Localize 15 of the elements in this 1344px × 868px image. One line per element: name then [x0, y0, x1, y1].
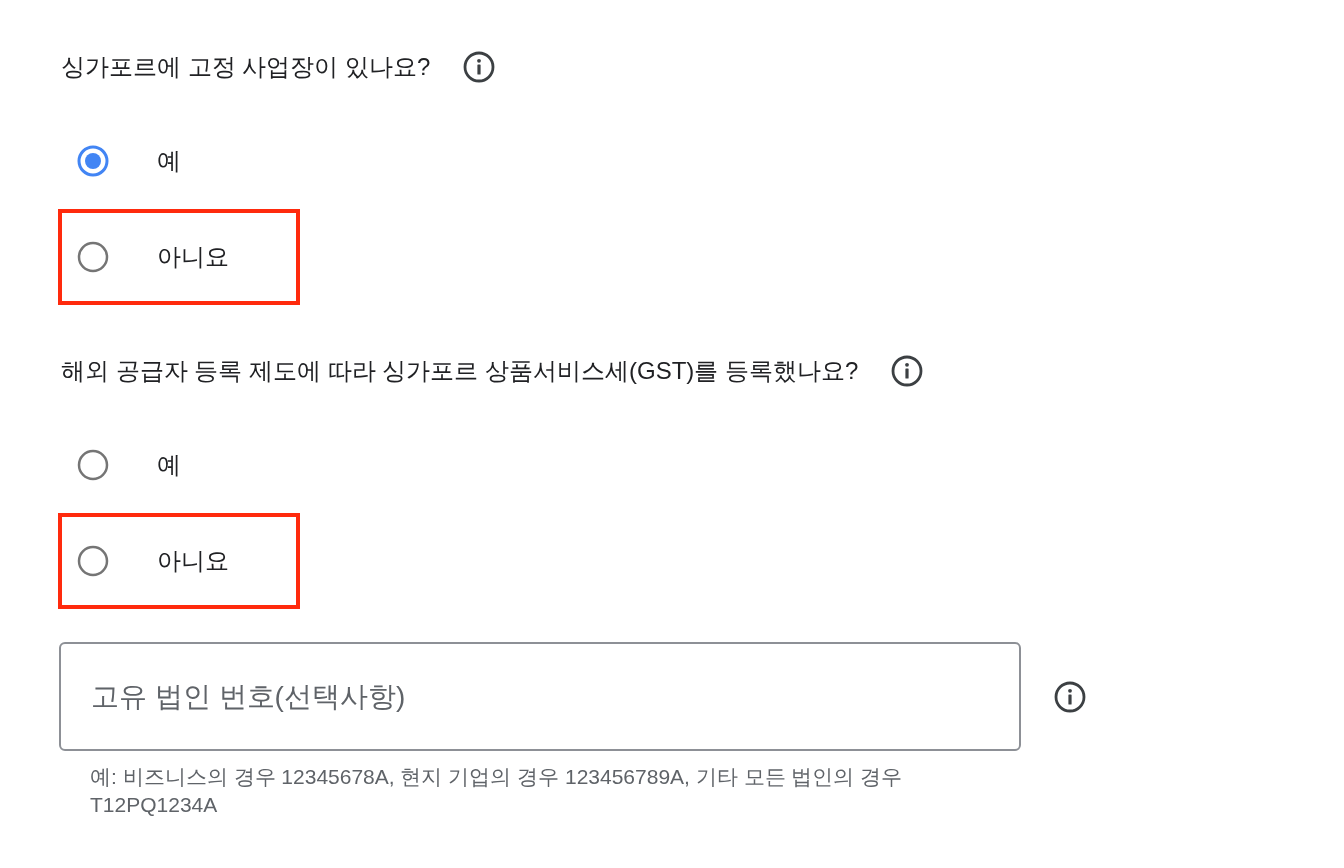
input-field[interactable]: 고유 법인 번호(선택사항) [59, 642, 1021, 751]
option-label[interactable]: 아니요 [157, 241, 229, 273]
radio-button[interactable] [77, 545, 109, 577]
question-text: 해외 공급자 등록 제도에 따라 싱가포르 상품서비스세(GST)를 등록했나요? [61, 356, 859, 386]
option-label[interactable]: 예 [157, 145, 181, 177]
option-label[interactable]: 아니요 [157, 545, 229, 577]
radio-button[interactable] [77, 241, 109, 273]
question-text: 싱가포르에 고정 사업장이 있나요? [61, 52, 431, 82]
helper-text: 예: 비즈니스의 경우 12345678A, 현지 기업의 경우 123456789A, 기타 모든 법인의 경우 T12PQ1234A [90, 764, 904, 818]
info-icon[interactable] [1054, 680, 1086, 713]
radio-button[interactable] [77, 145, 109, 177]
info-icon[interactable] [891, 355, 924, 387]
radio-button[interactable] [77, 449, 109, 481]
info-icon[interactable] [463, 51, 496, 83]
option-label[interactable]: 예 [157, 449, 181, 481]
